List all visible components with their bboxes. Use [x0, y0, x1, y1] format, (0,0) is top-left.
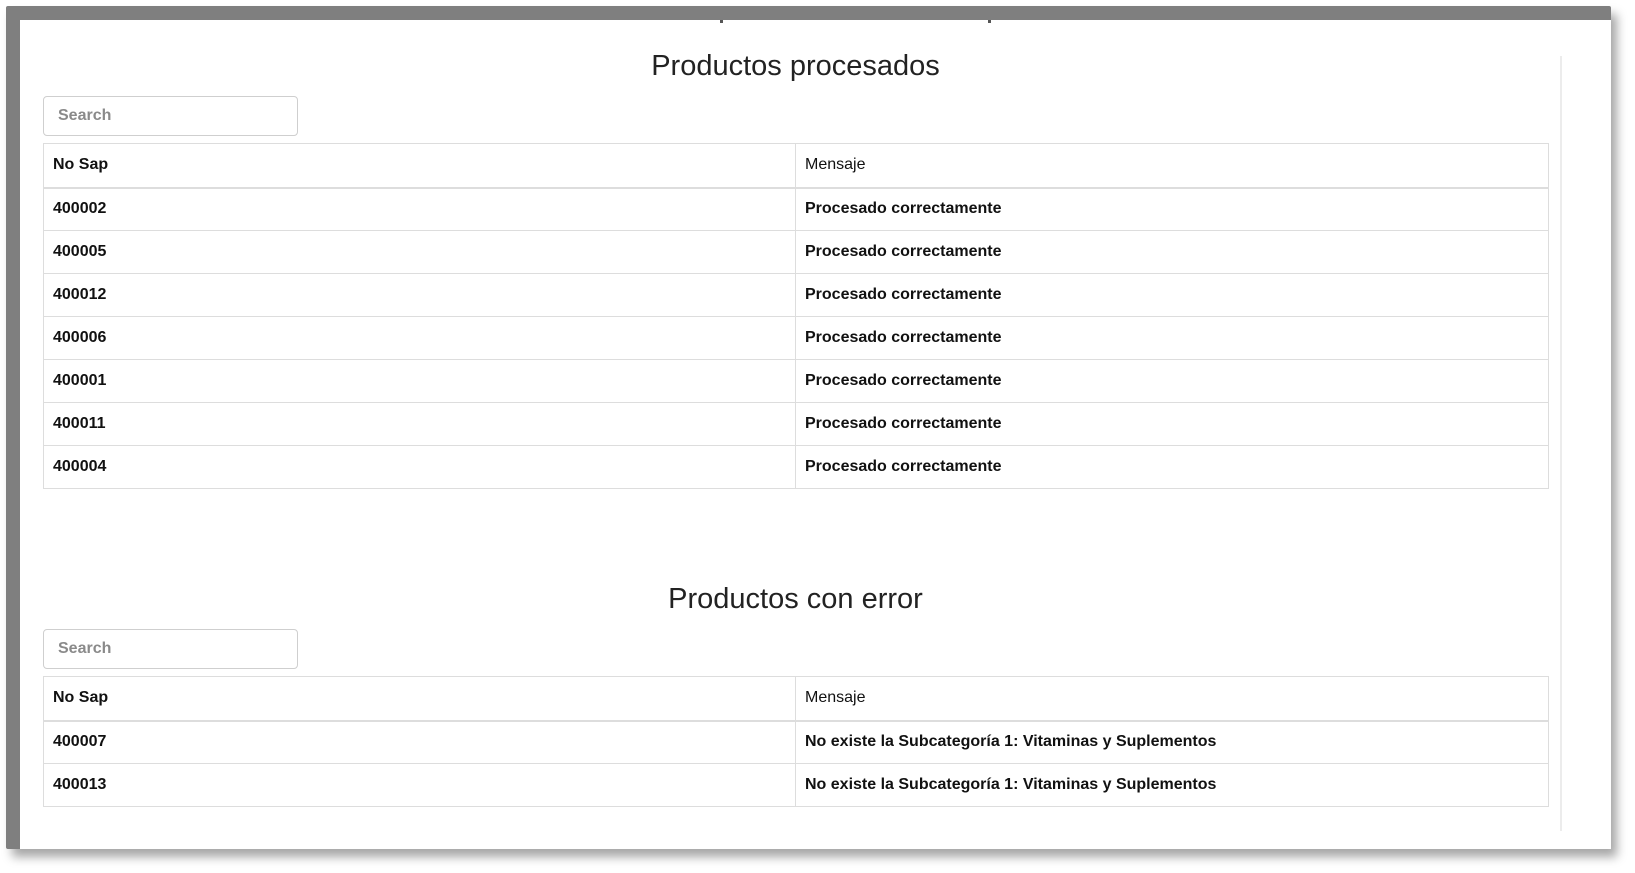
- error-products-table: No Sap Mensaje 400007 No existe la Subca…: [43, 676, 1549, 807]
- mensaje-cell: Procesado correctamente: [795, 316, 1549, 360]
- table-row: 400012 Procesado correctamente: [43, 273, 1549, 317]
- no-sap-cell: 400004: [43, 445, 796, 489]
- mensaje-cell: Procesado correctamente: [795, 359, 1549, 403]
- vertical-divider: [1560, 56, 1562, 831]
- table-row: 400002 Procesado correctamente: [43, 187, 1549, 231]
- mensaje-cell: No existe la Subcategoría 1: Vitaminas y…: [795, 763, 1549, 807]
- processed-products-section: Productos procesados No Sap Mensaje 4000…: [43, 48, 1549, 489]
- table-row: 400001 Procesado correctamente: [43, 359, 1549, 403]
- processed-products-table: No Sap Mensaje 400002 Procesado correcta…: [43, 143, 1549, 489]
- table-row: 400004 Procesado correctamente: [43, 445, 1549, 489]
- table-header-row: No Sap Mensaje: [43, 676, 1549, 722]
- processed-search-input[interactable]: [43, 96, 298, 136]
- error-products-title: Productos con error: [668, 583, 923, 615]
- no-sap-cell: 400013: [43, 763, 796, 807]
- mensaje-cell: No existe la Subcategoría 1: Vitaminas y…: [795, 720, 1549, 764]
- cropped-top-edge: [20, 20, 1611, 24]
- table-row: 400007 No existe la Subcategoría 1: Vita…: [43, 720, 1549, 764]
- column-header-mensaje[interactable]: Mensaje: [795, 676, 1549, 722]
- column-header-mensaje[interactable]: Mensaje: [795, 143, 1549, 189]
- errors-search-input[interactable]: [43, 629, 298, 669]
- no-sap-cell: 400007: [43, 720, 796, 764]
- no-sap-cell: 400006: [43, 316, 796, 360]
- table-header-row: No Sap Mensaje: [43, 143, 1549, 189]
- table-row: 400005 Procesado correctamente: [43, 230, 1549, 274]
- mensaje-cell: Procesado correctamente: [795, 230, 1549, 274]
- screenshot-frame: Productos procesados No Sap Mensaje 4000…: [6, 6, 1611, 849]
- no-sap-cell: 400005: [43, 230, 796, 274]
- no-sap-cell: 400011: [43, 402, 796, 446]
- no-sap-cell: 400002: [43, 187, 796, 231]
- column-header-no-sap[interactable]: No Sap: [43, 676, 796, 722]
- error-products-section: Productos con error No Sap Mensaje 40000…: [43, 581, 1549, 807]
- table-row: 400011 Procesado correctamente: [43, 402, 1549, 446]
- mensaje-cell: Procesado correctamente: [795, 187, 1549, 231]
- mensaje-cell: Procesado correctamente: [795, 402, 1549, 446]
- page-content: Productos procesados No Sap Mensaje 4000…: [20, 20, 1611, 849]
- processed-products-title: Productos procesados: [651, 50, 940, 82]
- mensaje-cell: Procesado correctamente: [795, 273, 1549, 317]
- mensaje-cell: Procesado correctamente: [795, 445, 1549, 489]
- column-header-no-sap[interactable]: No Sap: [43, 143, 796, 189]
- no-sap-cell: 400001: [43, 359, 796, 403]
- no-sap-cell: 400012: [43, 273, 796, 317]
- table-row: 400006 Procesado correctamente: [43, 316, 1549, 360]
- table-row: 400013 No existe la Subcategoría 1: Vita…: [43, 763, 1549, 807]
